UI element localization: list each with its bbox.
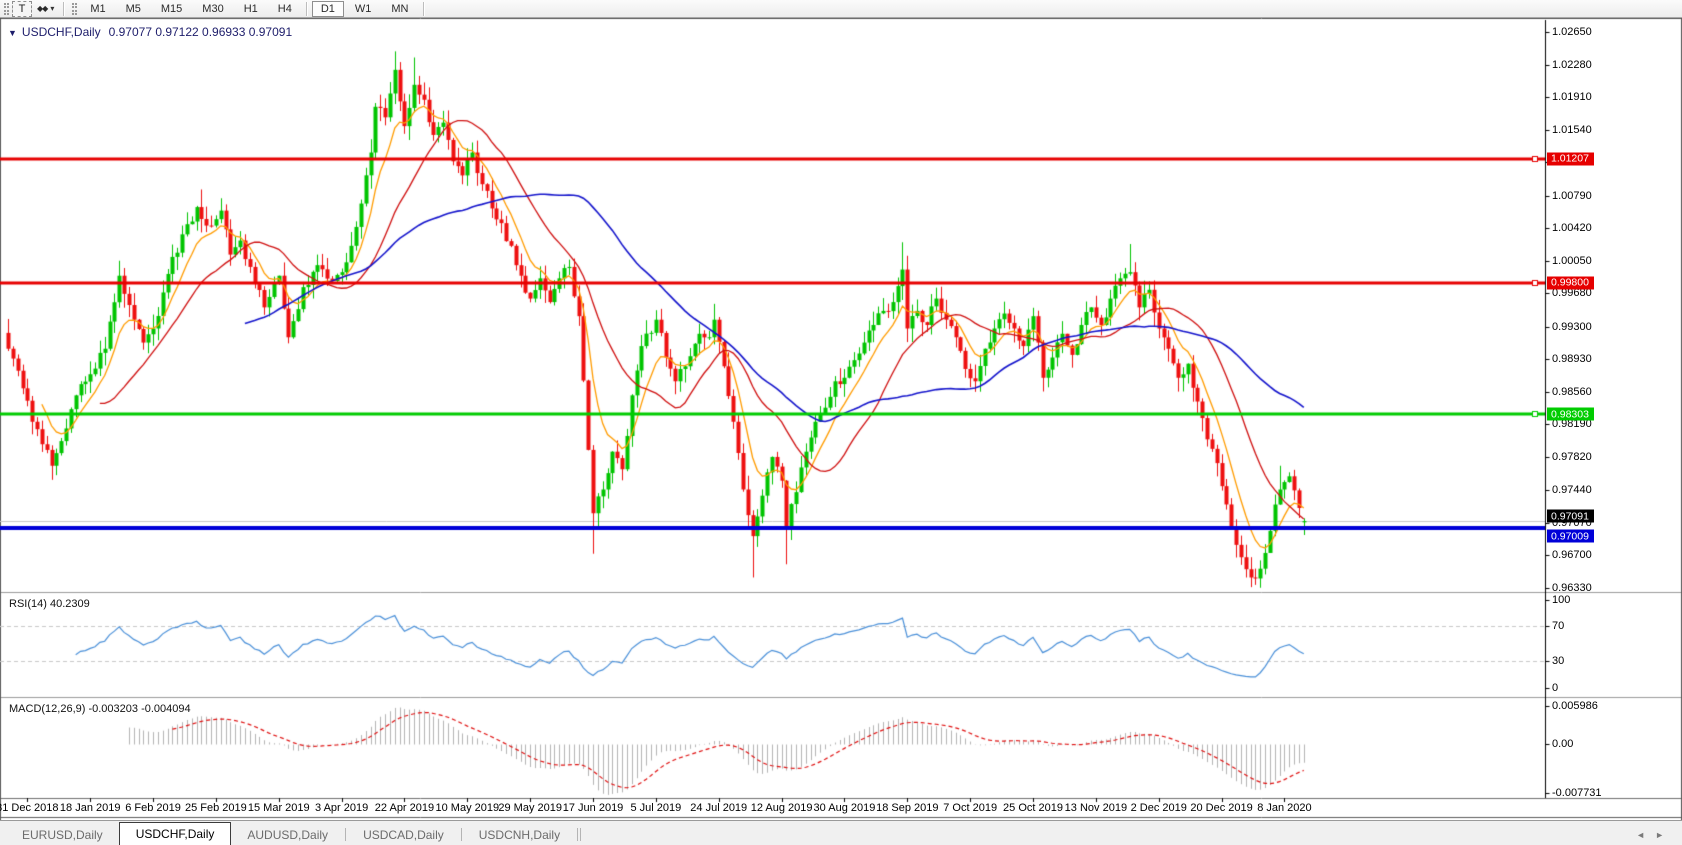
timeframe-button-m30[interactable]: M30 [193, 1, 232, 17]
price-tick-label: 1.02280 [1552, 58, 1592, 71]
chart-tab-usdcad[interactable]: USDCAD,Daily [347, 824, 460, 845]
date-label: 20 Dec 2019 [1190, 802, 1253, 814]
tab-scroll-left-icon[interactable]: ◄ [1636, 830, 1655, 840]
text-tool-button[interactable]: T [12, 0, 32, 17]
ohlc-values: 0.97077 0.97122 0.96933 0.97091 [108, 25, 293, 39]
tab-divider [580, 828, 582, 841]
timeframe-button-m5[interactable]: M5 [117, 1, 150, 17]
chart-tab-usdcnh[interactable]: USDCNH,Daily [463, 824, 576, 845]
macd-label: MACD(12,26,9) -0.003203 -0.004094 [9, 703, 191, 715]
date-label: 13 Nov 2019 [1064, 802, 1128, 814]
rsi-tick-label: 100 [1552, 594, 1571, 606]
current-price-tag: 0.97091 [1547, 509, 1594, 523]
date-label: 7 Oct 2019 [943, 802, 998, 814]
date-label: 15 Mar 2019 [247, 802, 310, 814]
hline-price-tag: 1.01207 [1547, 152, 1594, 166]
price-tick-label: 1.01910 [1552, 91, 1592, 104]
rsi-label: RSI(14) 40.2309 [9, 598, 90, 610]
price-tick-label: 0.97440 [1552, 484, 1592, 497]
rsi-tick-label: 30 [1552, 655, 1565, 668]
price-tick-label: 0.97820 [1552, 450, 1592, 463]
price-tick-label: 1.01540 [1552, 123, 1592, 136]
timeframe-button-d1[interactable]: D1 [311, 0, 344, 17]
date-label: 24 Jul 2019 [690, 802, 748, 814]
date-label: 25 Feb 2019 [185, 802, 247, 814]
toolbar-grip[interactable] [4, 2, 9, 15]
toolbar-separator [422, 1, 424, 16]
timeframe-button-h1[interactable]: H1 [235, 1, 267, 17]
date-label: 29 May 2019 [498, 802, 562, 814]
text-tool-icon: T [18, 2, 26, 15]
date-label: 31 Dec 2018 [0, 802, 59, 814]
timeframe-button-h4[interactable]: H4 [269, 1, 301, 17]
symbol-period-label: USDCHF,Daily [21, 25, 101, 39]
objects-icon: ◆◆ [37, 4, 48, 13]
price-tick-label: 0.96330 [1552, 582, 1592, 595]
chart-area: ▼ USDCHF,Daily 0.97077 0.97122 0.96933 0.9… [0, 18, 1682, 820]
timeframe-button-m1[interactable]: M1 [81, 1, 114, 17]
date-label: 8 Jan 2020 [1257, 802, 1312, 814]
date-label: 18 Sep 2019 [876, 802, 939, 814]
objects-tool-button[interactable]: ◆◆ ▾ [32, 1, 59, 17]
chart-tab-bar: EURUSD,Daily USDCHF,Daily AUDUSD,Daily USDC… [0, 820, 1682, 845]
tab-divider [460, 828, 462, 841]
tab-scroll-right-icon[interactable]: ► [1655, 830, 1674, 840]
chart-tabs: EURUSD,Daily USDCHF,Daily AUDUSD,Daily USDC… [0, 820, 582, 845]
tab-divider [577, 828, 579, 841]
timeframe-button-mn[interactable]: MN [382, 1, 417, 17]
chart-tab-usdchf[interactable]: USDCHF,Daily [118, 822, 232, 845]
price-tick-label: 1.02650 [1552, 26, 1592, 38]
chart-tab-audusd[interactable]: AUDUSD,Daily [231, 824, 344, 845]
hline-price-tag: 0.99800 [1547, 276, 1594, 290]
collapse-icon[interactable]: ▼ [8, 28, 17, 38]
price-tick-label: 0.98560 [1552, 385, 1592, 398]
date-label: 2 Dec 2019 [1130, 802, 1187, 814]
macd-tick-label: 0.00 [1552, 738, 1574, 750]
date-label: 10 May 2019 [435, 802, 500, 814]
date-label: 6 Feb 2019 [125, 802, 181, 814]
tab-divider [345, 828, 347, 841]
price-tick-label: 0.98930 [1552, 353, 1592, 366]
toolbar-separator [63, 1, 65, 16]
price-tick-label: 0.96700 [1552, 549, 1592, 562]
rsi-tick-label: 70 [1552, 620, 1565, 633]
date-label: 12 Aug 2019 [750, 802, 813, 814]
macd-tick-label: 0.005986 [1552, 699, 1598, 712]
price-tick-label: 0.99300 [1552, 320, 1592, 333]
tab-scroll-arrows[interactable]: ◄► [1636, 830, 1674, 840]
toolbar-separator [305, 1, 307, 16]
price-tick-label: 1.00790 [1552, 189, 1592, 202]
hline-price-tag: 0.97009 [1547, 529, 1594, 543]
toolbar: T ◆◆ ▾ M1 M5 M15 M30 H1 H4 D1 W1 MN [0, 0, 1682, 18]
price-tick-label: 1.00050 [1552, 254, 1592, 267]
date-label: 25 Oct 2019 [1003, 802, 1063, 814]
date-label: 18 Jan 2019 [59, 802, 121, 814]
date-label: 3 Apr 2019 [315, 802, 369, 814]
rsi-tick-label: 0 [1552, 681, 1559, 694]
timeframe-button-w1[interactable]: W1 [346, 1, 381, 17]
chart-canvas[interactable] [0, 18, 1682, 820]
date-label: 22 Apr 2019 [374, 802, 435, 814]
terminal-window: T ◆◆ ▾ M1 M5 M15 M30 H1 H4 D1 W1 MN ▼ USDCHF,Dail… [0, 0, 1682, 845]
dropdown-caret-icon: ▾ [50, 4, 55, 13]
date-label: 30 Aug 2019 [813, 802, 876, 814]
timeframe-button-m15[interactable]: M15 [152, 1, 191, 17]
hline-price-tag: 0.98303 [1547, 407, 1594, 421]
chart-tab-eurusd[interactable]: EURUSD,Daily [6, 824, 119, 845]
date-label: 17 Jun 2019 [562, 802, 624, 814]
macd-tick-label: -0.007731 [1552, 787, 1602, 800]
toolbar-grip[interactable] [72, 2, 78, 15]
timeframe-buttons: M1 M5 M15 M30 H1 H4 D1 W1 MN [80, 0, 418, 17]
chart-title: ▼ USDCHF,Daily 0.97077 0.97122 0.96933 0.9… [8, 25, 292, 39]
date-label: 5 Jul 2019 [630, 802, 682, 814]
price-tick-label: 1.00420 [1552, 222, 1592, 235]
